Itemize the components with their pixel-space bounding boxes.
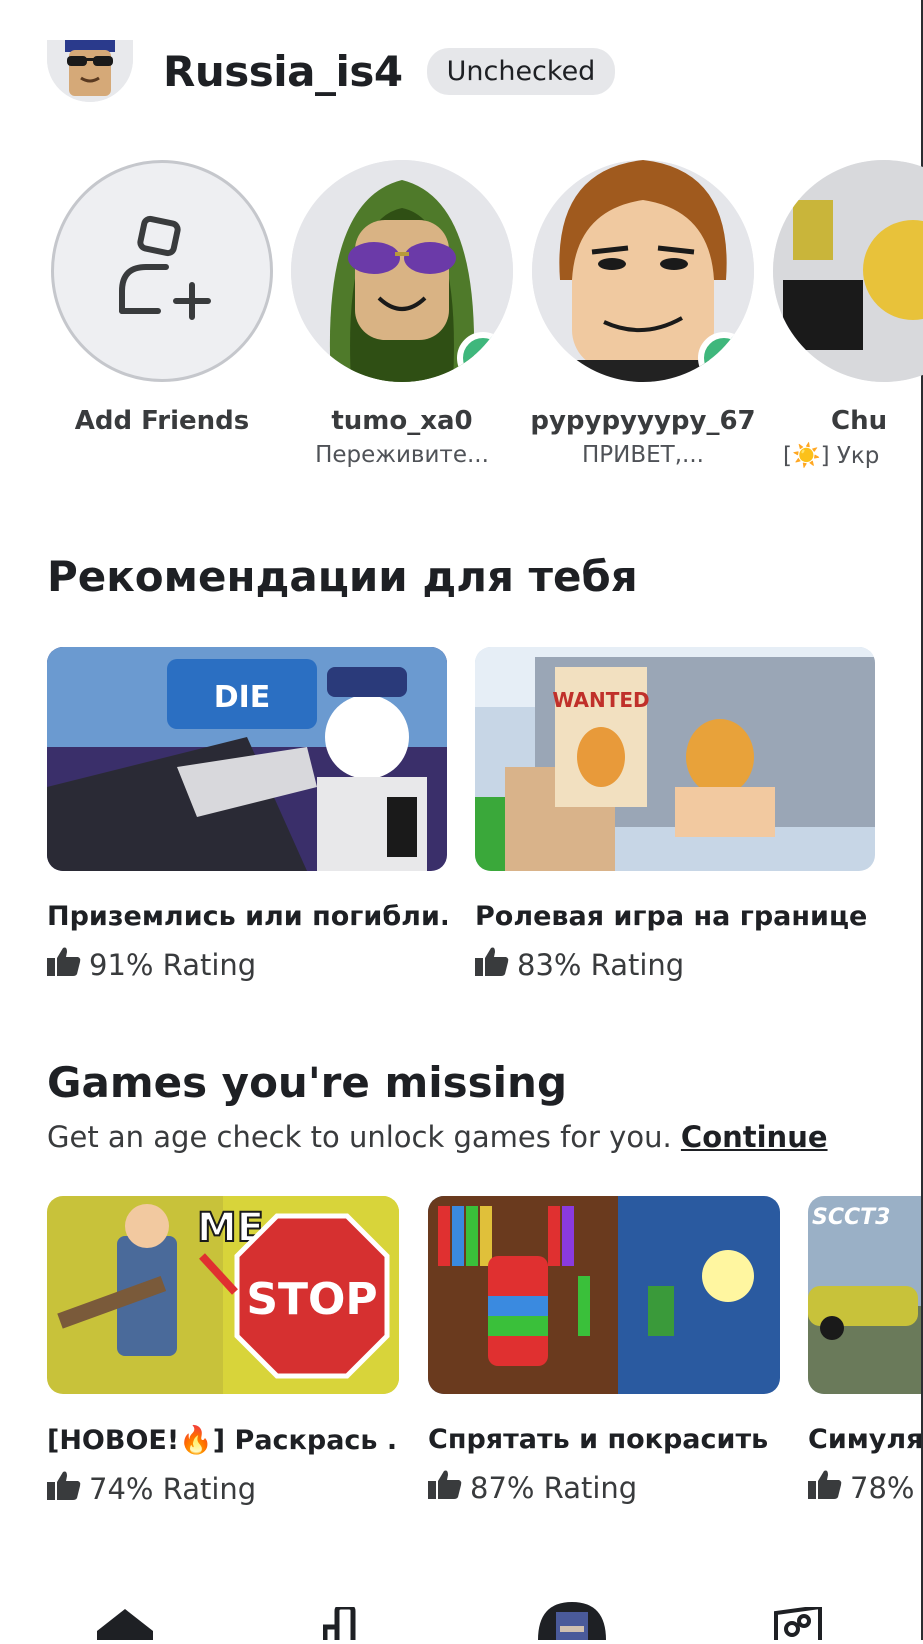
- age-check-text: Get an age check to unlock games for you…: [47, 1120, 672, 1154]
- recommendations-title: Рекомендации для тебя: [47, 552, 638, 601]
- game-rating: 74% Rating: [47, 1470, 399, 1507]
- game-rating: 87% Rating: [428, 1469, 780, 1506]
- thumbs-up-icon: [47, 1470, 81, 1507]
- friend-item[interactable]: tumo_xa0 Переживите...: [287, 160, 517, 468]
- username[interactable]: Russia_is4: [163, 47, 403, 96]
- profile-header: Russia_is4 Unchecked: [47, 40, 616, 102]
- rating-text: 74% Rating: [89, 1471, 257, 1506]
- svg-text:WANTED: WANTED: [552, 688, 649, 712]
- rating-text: 87% Rating: [470, 1470, 638, 1505]
- rating-text: 78%: [850, 1470, 915, 1505]
- game-card[interactable]: ME STOP [НОВОЕ!🔥] Раскрась ... 74% Ratin…: [47, 1196, 399, 1507]
- online-indicator: [698, 332, 750, 382]
- friend-name: tumo_xa0: [331, 406, 473, 436]
- thumbs-up-icon: [475, 946, 509, 983]
- rating-text: 83% Rating: [517, 947, 685, 982]
- game-thumbnail[interactable]: WANTED: [475, 647, 875, 871]
- game-rating: 83% Rating: [475, 946, 875, 983]
- game-card[interactable]: DIE Приземлись или погибли... 91% Rating: [47, 647, 447, 983]
- game-title: Спрятать и покрасить: [428, 1424, 769, 1455]
- game-title: Приземлись или погибли...: [47, 901, 447, 932]
- game-thumbnail[interactable]: ME STOP: [47, 1196, 399, 1394]
- continue-link[interactable]: Continue: [681, 1120, 828, 1154]
- game-title: [НОВОЕ!🔥] Раскрась ...: [47, 1425, 399, 1456]
- rating-text: 91% Rating: [89, 947, 257, 982]
- add-friend-icon[interactable]: [51, 160, 273, 382]
- friend-avatar[interactable]: [532, 160, 754, 382]
- game-title: Симулят: [808, 1424, 921, 1455]
- svg-text:DIE: DIE: [214, 680, 271, 715]
- friend-name: pypypyyypy_67: [530, 406, 756, 436]
- friend-status: ПРИВЕТ,...: [582, 442, 704, 468]
- game-rating: 91% Rating: [47, 946, 447, 983]
- user-avatar-icon[interactable]: [47, 40, 133, 102]
- friend-name: Add Friends: [74, 406, 250, 436]
- game-thumbnail[interactable]: SCCT3: [808, 1196, 921, 1394]
- marketplace-icon[interactable]: [772, 1604, 824, 1644]
- thumbs-up-icon: [808, 1469, 842, 1506]
- home-icon[interactable]: [97, 1609, 153, 1644]
- verification-badge[interactable]: Unchecked: [426, 47, 616, 95]
- bottom-navigation: [0, 1595, 923, 1640]
- game-rating: 78%: [808, 1469, 921, 1506]
- missing-games-subtitle: Get an age check to unlock games for you…: [47, 1120, 828, 1154]
- game-title: Ролевая игра на границе ...: [475, 901, 875, 932]
- thumbs-up-icon: [428, 1469, 462, 1506]
- online-indicator: [457, 332, 509, 382]
- add-friends-button[interactable]: Add Friends: [47, 160, 277, 436]
- friend-name: Chu: [831, 406, 888, 436]
- avatar-icon[interactable]: [538, 1602, 606, 1644]
- friend-avatar[interactable]: [773, 160, 923, 382]
- game-card[interactable]: Спрятать и покрасить 87% Rating: [428, 1196, 780, 1506]
- svg-text:SCCT3: SCCT3: [812, 1205, 890, 1230]
- game-thumbnail[interactable]: DIE: [47, 647, 447, 871]
- friend-item[interactable]: pypypyyypy_67 ПРИВЕТ,...: [528, 160, 758, 468]
- missing-games-title: Games you're missing: [47, 1058, 568, 1107]
- game-thumbnail[interactable]: [428, 1196, 780, 1394]
- friends-carousel: Add Friends tumo_xa0 Переживите... pypyp…: [47, 160, 923, 490]
- friend-status: [☀️] Укр: [783, 443, 880, 469]
- charts-icon[interactable]: [322, 1604, 369, 1644]
- game-card[interactable]: WANTED Ролевая игра на границе ... 83% R…: [475, 647, 875, 983]
- svg-text:STOP: STOP: [246, 1274, 377, 1325]
- game-card[interactable]: SCCT3 Симулят 78%: [808, 1196, 921, 1506]
- friend-status: Переживите...: [315, 442, 489, 468]
- friend-item[interactable]: Chu [☀️] Укр: [769, 160, 923, 469]
- thumbs-up-icon: [47, 946, 81, 983]
- friend-avatar[interactable]: [291, 160, 513, 382]
